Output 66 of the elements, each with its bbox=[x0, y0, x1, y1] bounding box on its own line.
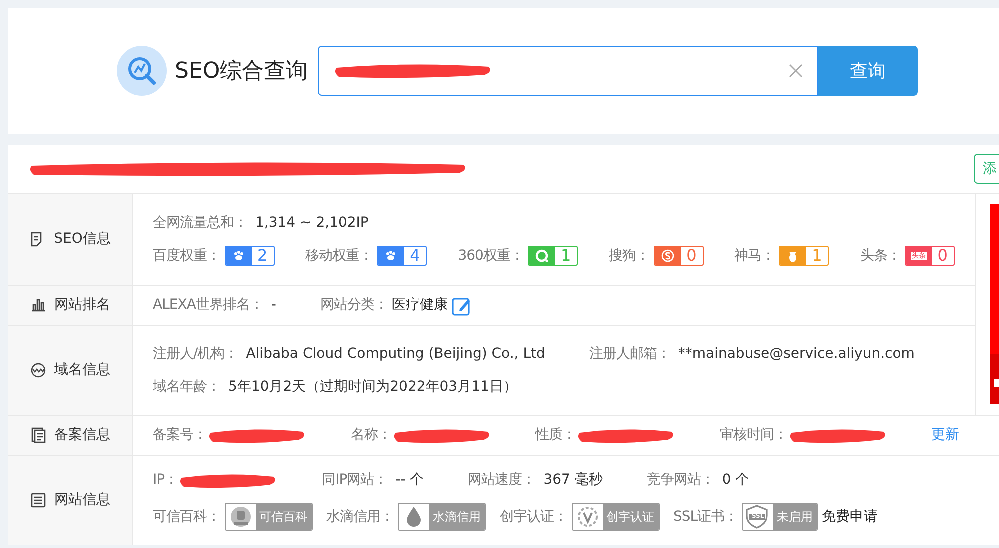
row-title: 网站信息 bbox=[54, 491, 110, 510]
paw-icon bbox=[378, 247, 404, 265]
field-value: 0 个 bbox=[722, 471, 750, 490]
weight-badge: 4 bbox=[377, 246, 428, 266]
field-label: 同IP网站： bbox=[322, 471, 388, 490]
field-label: 网站分类： bbox=[320, 296, 388, 315]
field-label: 搜狗： bbox=[609, 246, 650, 266]
field-label: 头条： bbox=[860, 246, 901, 266]
field-label: 可信百科： bbox=[153, 508, 220, 526]
row-title: 备案信息 bbox=[54, 426, 110, 445]
field-label: 神马： bbox=[734, 246, 776, 266]
list-icon bbox=[30, 492, 46, 509]
field-value: 医疗健康 bbox=[392, 296, 448, 315]
weight-badge: 2 bbox=[224, 246, 275, 266]
bar-chart-icon bbox=[30, 297, 46, 314]
document-icon bbox=[30, 427, 46, 444]
field-value: 5年10月2天（过期时间为2022年03月11日） bbox=[228, 378, 518, 396]
field-label: 百度权重： bbox=[153, 246, 220, 266]
row-title: SEO信息 bbox=[54, 230, 111, 249]
field-label: 域名年龄： bbox=[153, 378, 220, 396]
field-label: 创宇认证： bbox=[500, 508, 568, 526]
search-button[interactable]: 查询 bbox=[818, 46, 918, 96]
search-field[interactable] bbox=[318, 46, 818, 96]
laurel-icon bbox=[576, 505, 600, 529]
field-value: -- 个 bbox=[396, 471, 424, 490]
field-label: 名称： bbox=[351, 426, 392, 445]
field-value: **mainabuse@service.aliyun.com bbox=[678, 344, 915, 364]
apply-link[interactable]: 免费申请 bbox=[822, 506, 878, 528]
owl-icon bbox=[780, 247, 806, 265]
field-value: Alibaba Cloud Computing (Beijing) Co., Ltd bbox=[246, 344, 546, 364]
field-value: 1,314 ~ 2,102IP bbox=[256, 214, 369, 232]
search-chart-icon bbox=[117, 46, 167, 96]
field-label: 竞争网站： bbox=[646, 471, 714, 490]
ring-icon bbox=[528, 247, 555, 265]
row-title: 网站排名 bbox=[54, 296, 110, 315]
certification-badge[interactable]: 可信百科 bbox=[224, 503, 312, 531]
row-title: 域名信息 bbox=[54, 361, 110, 380]
clear-icon[interactable] bbox=[789, 64, 804, 78]
field-value: 367 毫秒 bbox=[544, 471, 603, 490]
weight-badge: 0 bbox=[654, 246, 704, 266]
weight-badge: 1 bbox=[779, 246, 830, 266]
field-label: 备案号： bbox=[153, 426, 207, 445]
weight-badge: 1 bbox=[528, 246, 578, 266]
add-button[interactable]: 添 bbox=[974, 154, 999, 184]
field-label: 审核时间： bbox=[720, 426, 788, 445]
certification-badge[interactable]: 水滴信用 bbox=[398, 503, 486, 531]
page-title: SEO综合查询 bbox=[175, 58, 308, 86]
field-value: - bbox=[271, 296, 276, 315]
field-label: 注册人/机构： bbox=[153, 344, 238, 364]
field-label: 移动权重： bbox=[306, 246, 374, 266]
field-label: 注册人邮箱： bbox=[589, 344, 670, 364]
certification-badge[interactable]: 创宇认证 bbox=[572, 503, 660, 531]
field-label: 全网流量总和： bbox=[153, 214, 248, 232]
field-label: SSL证书： bbox=[674, 508, 738, 526]
field-label: IP： bbox=[153, 471, 178, 490]
field-label: 网站速度： bbox=[468, 471, 536, 490]
edit-icon[interactable] bbox=[452, 296, 472, 316]
s-logo-icon bbox=[654, 247, 681, 265]
field-label: 360权重： bbox=[458, 246, 524, 266]
field-label: 水滴信用： bbox=[326, 508, 394, 526]
paw-icon bbox=[226, 247, 252, 265]
seal-icon bbox=[228, 505, 252, 529]
field-label: ALEXA世界排名： bbox=[153, 296, 264, 315]
field-label: 性质： bbox=[536, 426, 576, 445]
globe-icon bbox=[30, 362, 46, 379]
update-link[interactable]: 更新 bbox=[932, 425, 960, 446]
